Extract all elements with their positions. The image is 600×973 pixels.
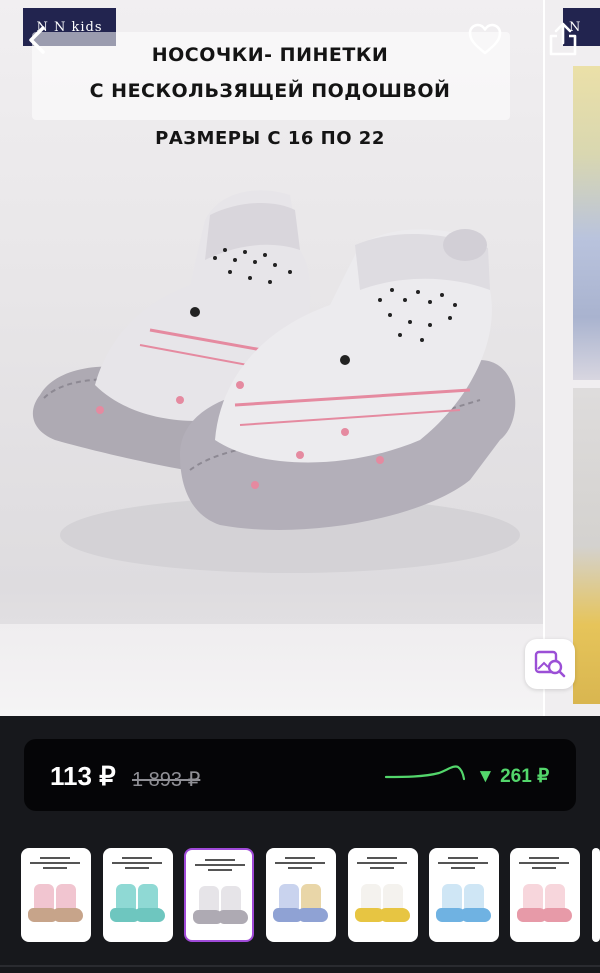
thumbnail-image [193, 884, 248, 924]
heart-icon [468, 23, 502, 55]
thumbnail-image [436, 882, 491, 922]
next-photo-preview-bottom [573, 388, 600, 704]
thumbnail-1[interactable] [21, 848, 91, 942]
thumbnail-image [28, 882, 83, 922]
thumbnail-caption [25, 854, 85, 876]
price-panel[interactable]: 113 ₽ 1 893 ₽ ▼ 261 ₽ [24, 739, 576, 811]
thumbnail-strip[interactable] [0, 846, 600, 946]
thumbnail-caption [190, 856, 250, 878]
share-icon [549, 22, 577, 56]
thumbnail-2[interactable] [103, 848, 173, 942]
thumbnail-6[interactable] [429, 848, 499, 942]
thumbnail-7[interactable] [510, 848, 580, 942]
thumbnail-image [517, 882, 572, 922]
product-title-line-2: С НЕСКОЛЬЗЯЩЕЙ ПОДОШВОЙ [89, 80, 451, 102]
thumbnail-caption [433, 854, 493, 876]
price-trend-icon [384, 765, 466, 781]
thumbnail-3-selected[interactable] [184, 848, 254, 942]
thumbnail-5[interactable] [348, 848, 418, 942]
share-button[interactable] [540, 16, 586, 62]
thumbnail-caption [107, 854, 167, 876]
thumbnail-image [273, 882, 328, 922]
bottom-divider [0, 965, 600, 967]
old-price: 1 893 ₽ [132, 769, 201, 791]
thumbnail-image [110, 882, 165, 922]
thumbnail-8-partial[interactable] [592, 848, 600, 942]
visual-search-button[interactable] [525, 639, 575, 689]
product-photo[interactable]: N N kids НОСОЧКИ- ПИНЕТКИ С НЕСКОЛЬЗЯЩЕЙ… [0, 0, 543, 716]
image-search-icon [534, 650, 566, 678]
back-button[interactable] [16, 18, 60, 62]
thumbnail-4[interactable] [266, 848, 336, 942]
favorite-button[interactable] [462, 16, 508, 62]
current-price: 113 ₽ [50, 761, 116, 791]
price-drop-badge: ▼ 261 ₽ [476, 766, 550, 787]
product-gallery[interactable]: N N kids НОСОЧКИ- ПИНЕТКИ С НЕСКОЛЬЗЯЩЕЙ… [0, 0, 600, 716]
thumbnail-caption [270, 854, 330, 876]
chevron-left-icon [29, 26, 45, 54]
thumbnail-caption [514, 854, 574, 876]
product-sizes-line: РАЗМЕРЫ С 16 ПО 22 [155, 128, 385, 149]
next-photo-preview-top [573, 66, 600, 380]
thumbnail-image [355, 882, 410, 922]
product-title-line-1: НОСОЧКИ- ПИНЕТКИ [151, 44, 389, 66]
thumbnail-caption [352, 854, 412, 876]
